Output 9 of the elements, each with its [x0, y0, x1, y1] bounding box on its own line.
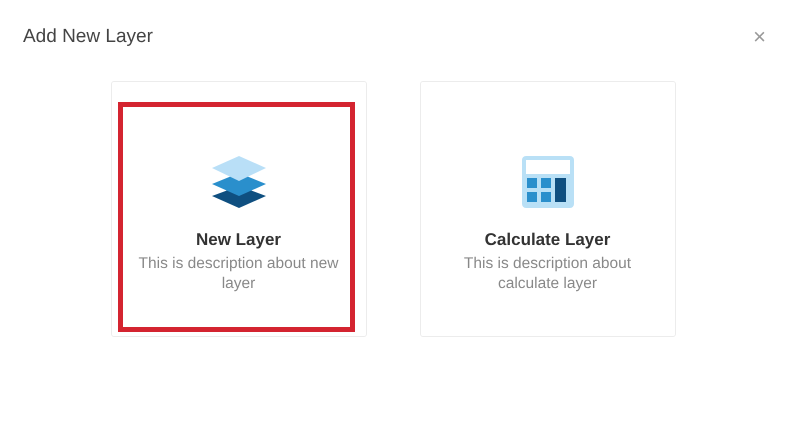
- layer-option-card[interactable]: New Layer This is description about new layer: [110, 81, 366, 337]
- option-title: New Layer: [196, 230, 282, 250]
- option-title: Calculate Layer: [484, 230, 610, 250]
- dialog-title: Add New Layer: [23, 26, 153, 48]
- option-description: This is description about new layer: [138, 254, 340, 294]
- calculator-icon: [522, 156, 574, 208]
- layers-icon: [212, 156, 266, 208]
- layer-option-card[interactable]: Calculate Layer This is description about calculate layer: [420, 81, 676, 337]
- option-description: This is description about calculate layer: [462, 254, 632, 294]
